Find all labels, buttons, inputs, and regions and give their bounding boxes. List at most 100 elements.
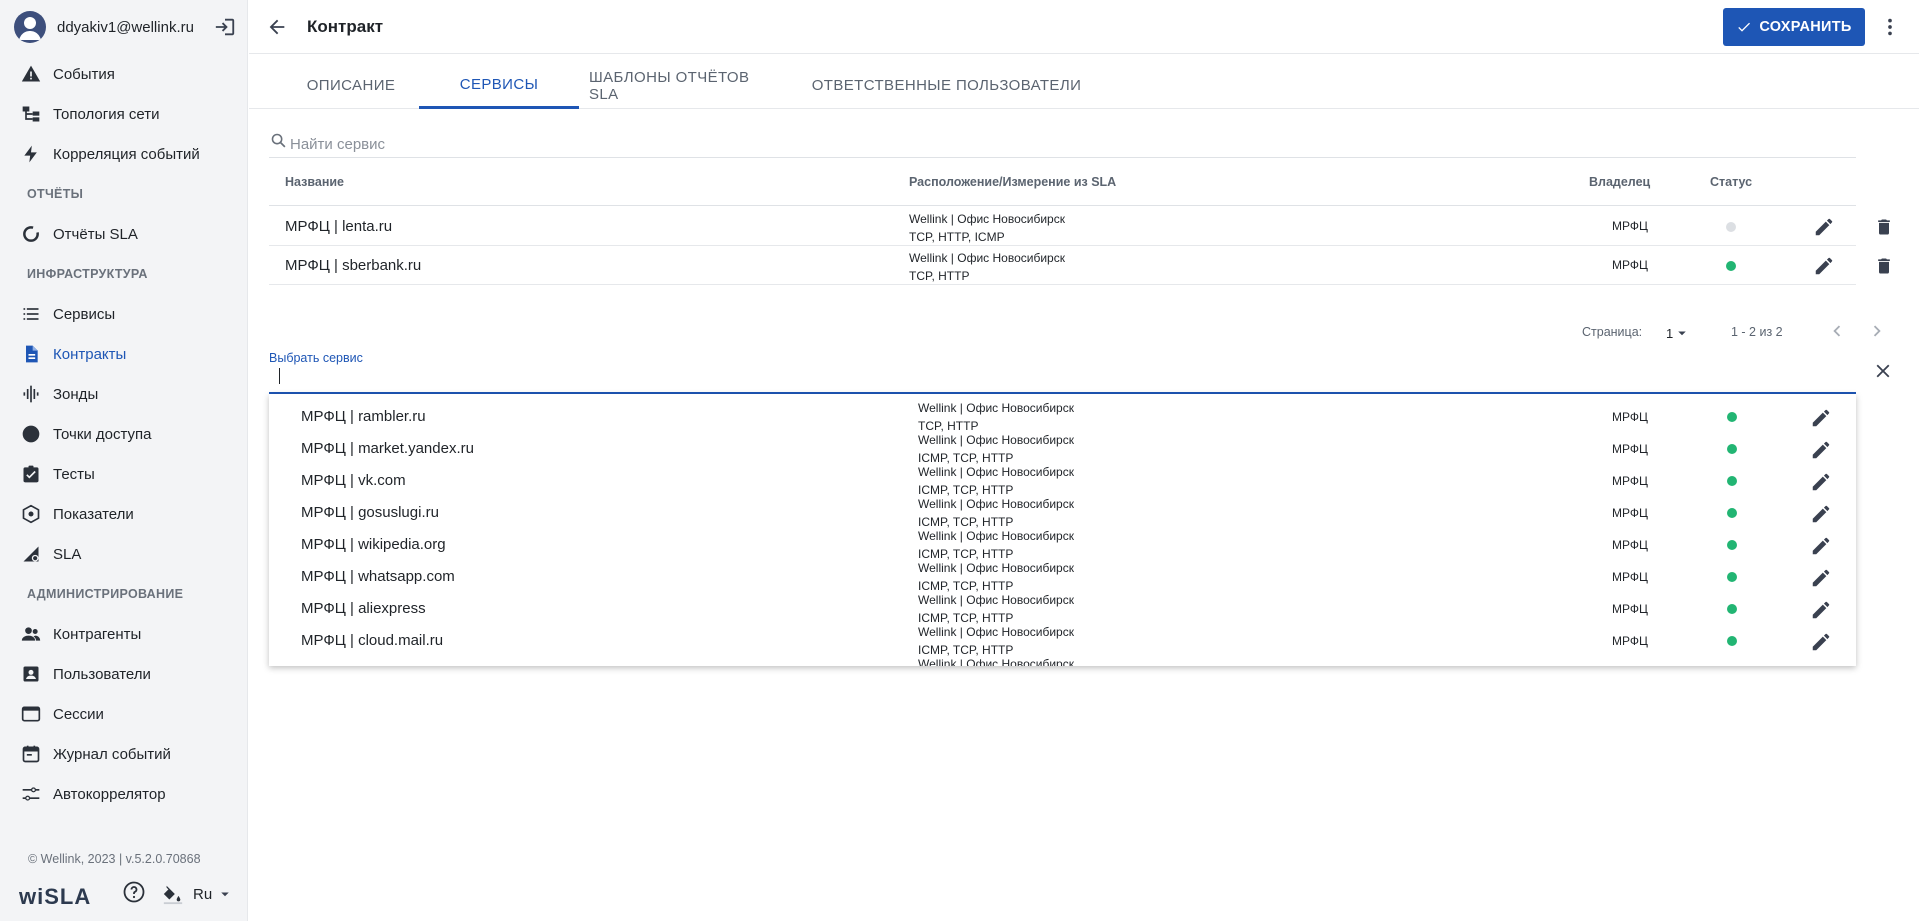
sidebar-item-users[interactable]: Пользователи [0, 654, 248, 694]
chevron-down-icon [1678, 331, 1686, 336]
option-name: МРФЦ | cloud.mail.ru [301, 632, 444, 649]
dropdown-option[interactable]: МРФЦ | rambler.ru Wellink | Офис Новосиб… [269, 394, 1856, 433]
tab-responsible-users[interactable]: ОТВЕТСТВЕННЫЕ ПОЛЬЗОВАТЕЛИ [809, 62, 1084, 109]
sidebar-item-label: Журнал событий [53, 745, 171, 763]
page-label: Страница: [1582, 325, 1643, 339]
language-select[interactable]: Ru [193, 885, 234, 903]
dropdown-option[interactable]: МРФЦ | whatsapp.com Wellink | Офис Новос… [269, 554, 1856, 593]
edit-icon[interactable] [1813, 216, 1835, 243]
dropdown-option[interactable]: МРФЦ | gosuslugi.ru Wellink | Офис Новос… [269, 490, 1856, 529]
sidebar-item-event-log[interactable]: Журнал событий [0, 734, 248, 774]
service-search-input[interactable]: Найти сервис [269, 128, 1856, 158]
delete-icon[interactable] [1874, 256, 1894, 281]
location-line: Wellink | Офис Новосибирск [918, 657, 1074, 666]
sidebar-item-sla[interactable]: SLA [0, 534, 248, 574]
service-owner: МРФЦ [1612, 219, 1648, 233]
window-icon [20, 703, 42, 725]
column-header-name: Название [285, 175, 345, 189]
table-row[interactable]: МРФЦ | lenta.ru Wellink | Офис Новосибир… [269, 207, 1890, 246]
location-line: Wellink | Офис Новосибирск [909, 212, 1065, 226]
sidebar-item-label: Отчёты SLA [53, 225, 138, 243]
help-icon[interactable] [122, 880, 146, 909]
circle-progress-icon [20, 223, 42, 245]
option-name: МРФЦ | vk.com [301, 472, 406, 489]
option-name: МРФЦ | market.yandex.ru [301, 440, 474, 457]
footer-copyright: © Wellink, 2023 | v.5.2.0.70868 [28, 852, 201, 866]
pagination: Страница: 1 1 - 2 из 2 [249, 318, 1919, 346]
probe-icon [20, 383, 42, 405]
sidebar-item-contracts[interactable]: Контракты [0, 334, 248, 374]
sliders-icon [20, 783, 42, 805]
sidebar-item-label: Сессии [53, 705, 104, 723]
dropdown-option[interactable]: Wellink | Офис Новосибирск [269, 650, 1856, 666]
location-line: Wellink | Офис Новосибирск [918, 497, 1074, 511]
chevron-left-icon[interactable] [1826, 320, 1848, 347]
top-bar: Контракт СОХРАНИТЬ [249, 0, 1919, 54]
option-owner: МРФЦ [1612, 602, 1648, 616]
dropdown-option[interactable]: МРФЦ | aliexpress Wellink | Офис Новосиб… [269, 586, 1856, 625]
user-email: ddyakiv1@wellink.ru [57, 18, 194, 36]
location-line: Wellink | Офис Новосибирск [918, 625, 1074, 639]
tab-services[interactable]: СЕРВИСЫ [419, 62, 579, 109]
user-row[interactable]: ddyakiv1@wellink.ru [0, 0, 248, 54]
option-name: МРФЦ | wikipedia.org [301, 536, 446, 553]
option-owner: МРФЦ [1612, 538, 1648, 552]
column-header-owner: Владелец [1589, 175, 1651, 189]
page-number: 1 [1666, 325, 1674, 341]
sidebar-item-label: Зонды [53, 385, 99, 403]
service-name: МРФЦ | lenta.ru [285, 218, 393, 235]
service-location: Wellink | Офис Новосибирск TCP, HTTP, IC… [909, 210, 1065, 246]
chevron-right-icon[interactable] [1866, 320, 1888, 347]
page-range: 1 - 2 из 2 [1731, 325, 1783, 339]
sla-icon [20, 543, 42, 565]
status-dot [1727, 636, 1737, 646]
service-name: МРФЦ | sberbank.ru [285, 257, 422, 274]
sidebar-item-tests[interactable]: Тесты [0, 454, 248, 494]
dropdown-option[interactable]: МРФЦ | vk.com Wellink | Офис Новосибирск… [269, 458, 1856, 497]
dropdown-option[interactable]: МРФЦ | cloud.mail.ru Wellink | Офис Ново… [269, 618, 1856, 657]
sidebar-item-correlation[interactable]: Корреляция событий [0, 134, 248, 174]
sidebar-item-autocorrelator[interactable]: Автокоррелятор [0, 774, 248, 814]
location-line: Wellink | Офис Новосибирск [909, 251, 1065, 265]
sidebar-item-contractors[interactable]: Контрагенты [0, 614, 248, 654]
save-button-label: СОХРАНИТЬ [1759, 19, 1852, 35]
select-service-input[interactable] [269, 368, 1856, 394]
edit-icon[interactable] [1813, 255, 1835, 282]
status-dot [1726, 222, 1736, 232]
sidebar-item-services[interactable]: Сервисы [0, 294, 248, 334]
dropdown-option[interactable]: МРФЦ | market.yandex.ru Wellink | Офис Н… [269, 426, 1856, 465]
paint-bucket-icon[interactable] [162, 883, 184, 910]
column-header-status: Статус [1710, 175, 1753, 189]
sidebar-item-sessions[interactable]: Сессии [0, 694, 248, 734]
sidebar-item-metrics[interactable]: Показатели [0, 494, 248, 534]
status-dot [1727, 572, 1737, 582]
checklist-icon [20, 463, 42, 485]
section-administration: АДМИНИСТРИРОВАНИЕ [27, 587, 184, 601]
table-row[interactable]: МРФЦ | sberbank.ru Wellink | Офис Новоси… [269, 246, 1890, 285]
dropdown-option[interactable]: МРФЦ | wikipedia.org Wellink | Офис Ново… [269, 522, 1856, 561]
sidebar-item-events[interactable]: События [0, 54, 248, 94]
save-button[interactable]: СОХРАНИТЬ [1723, 8, 1865, 46]
option-owner: МРФЦ [1612, 570, 1648, 584]
back-arrow-icon[interactable] [266, 16, 288, 43]
sidebar-item-label: Контракты [53, 345, 127, 363]
sidebar-item-label: Точки доступа [53, 425, 152, 443]
section-infrastructure: ИНФРАСТРУКТУРА [27, 267, 148, 281]
sidebar-item-topology[interactable]: Топология сети [0, 94, 248, 134]
tab-description[interactable]: ОПИСАНИЕ [281, 62, 421, 109]
search-icon [270, 132, 287, 154]
delete-icon[interactable] [1874, 217, 1894, 242]
sidebar-item-sla-reports[interactable]: Отчёты SLA [0, 214, 248, 254]
status-dot [1727, 444, 1737, 454]
sidebar-item-access-points[interactable]: Точки доступа [0, 414, 248, 454]
sidebar-item-probes[interactable]: Зонды [0, 374, 248, 414]
more-menu-icon[interactable] [1879, 16, 1901, 43]
warning-icon [20, 63, 42, 85]
page-select[interactable]: 1 [1666, 324, 1691, 342]
sidebar-item-label: Топология сети [53, 105, 160, 123]
logo: wiSLA [19, 884, 92, 909]
tab-sla-report-templates[interactable]: ШАБЛОНЫ ОТЧЁТОВ SLA [589, 62, 782, 109]
logout-icon[interactable] [214, 16, 236, 38]
close-icon[interactable] [1872, 360, 1894, 387]
sidebar-item-label: SLA [53, 545, 82, 563]
